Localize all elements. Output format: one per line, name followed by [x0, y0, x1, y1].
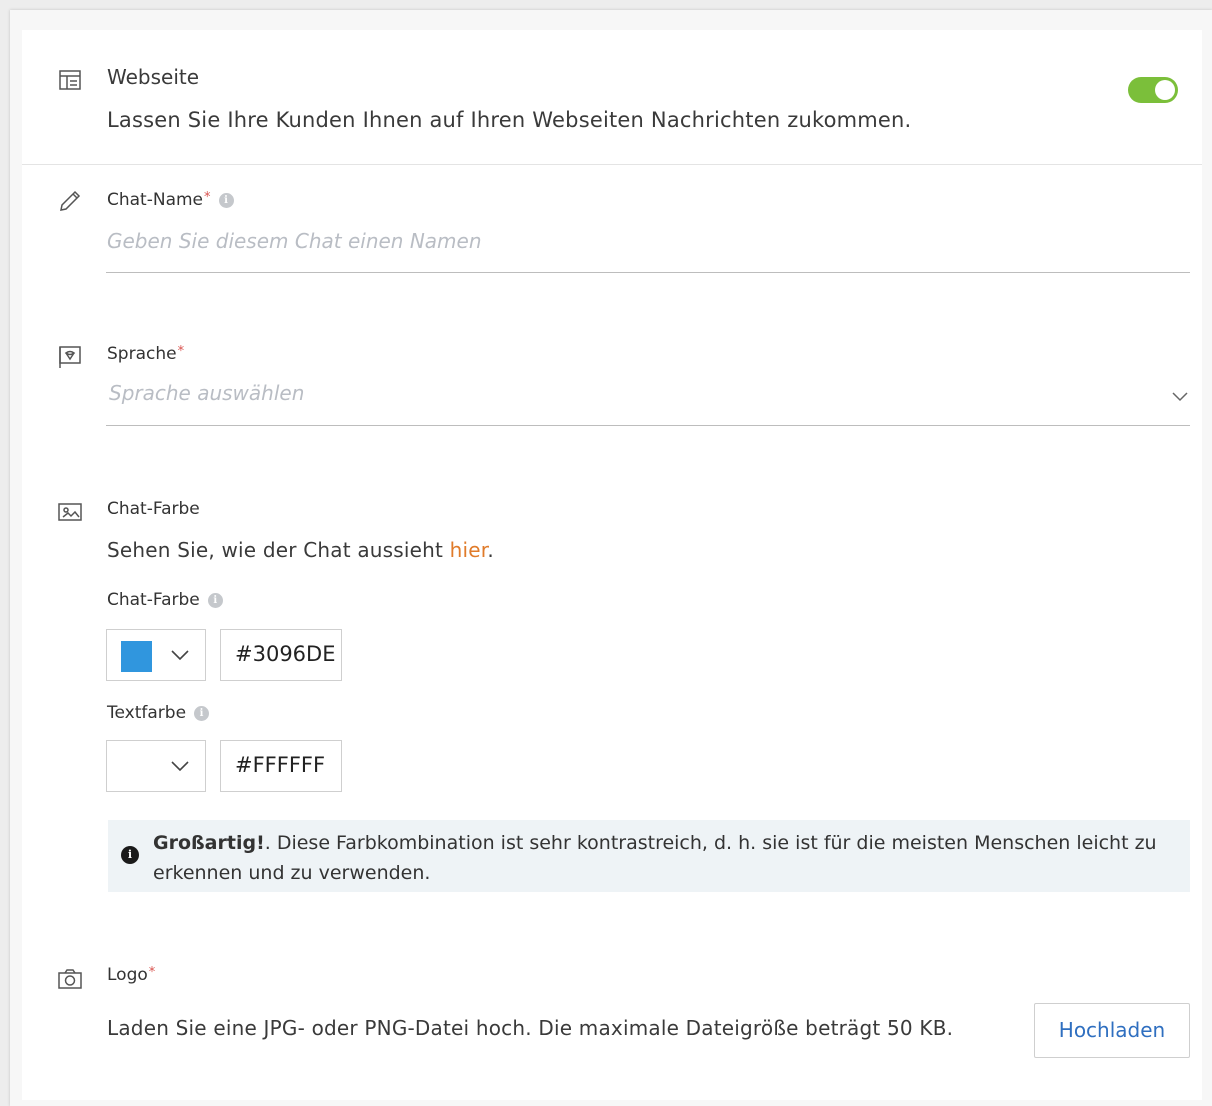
contrast-notice: i Großartig!. Diese Farbkombination ist …	[108, 820, 1190, 892]
chat-color-description-text: Sehen Sie, wie der Chat aussieht	[107, 538, 450, 562]
required-mark: *	[204, 190, 211, 205]
website-description: Lassen Sie Ihre Kunden Ihnen auf Ihren W…	[107, 108, 912, 132]
logo-description: Laden Sie eine JPG- oder PNG-Datei hoch.…	[107, 1016, 954, 1040]
website-layout-icon	[56, 66, 84, 94]
upload-button[interactable]: Hochladen	[1034, 1003, 1190, 1058]
text-color-label-text: Textfarbe	[107, 703, 187, 723]
camera-icon	[56, 965, 84, 993]
settings-panel: Webseite Lassen Sie Ihre Kunden Ihnen au…	[22, 30, 1202, 1100]
pencil-icon	[56, 187, 84, 215]
chat-color-label: Chat-Farbe i	[107, 590, 223, 610]
language-label: Sprache*	[107, 344, 184, 364]
chevron-down-icon	[169, 644, 191, 670]
info-icon[interactable]: i	[194, 706, 210, 721]
website-title: Webseite	[107, 65, 200, 89]
chat-name-input[interactable]: Geben Sie diesem Chat einen Namen	[107, 229, 482, 253]
contrast-notice-text: Großartig!. Diese Farbkombination ist se…	[153, 828, 1173, 888]
chat-name-label: Chat-Name* i	[107, 190, 234, 210]
chevron-down-icon[interactable]	[1171, 388, 1189, 407]
contrast-notice-body: . Diese Farbkombination ist sehr kontras…	[153, 832, 1157, 884]
text-color-picker[interactable]	[106, 740, 206, 792]
image-palette-icon	[56, 498, 84, 526]
info-filled-icon: i	[121, 846, 139, 864]
language-flag-icon	[56, 343, 84, 371]
info-icon[interactable]: i	[207, 593, 223, 608]
logo-label-text: Logo	[107, 965, 148, 985]
required-mark: *	[177, 344, 185, 359]
language-underline	[106, 425, 1190, 426]
description-suffix: .	[487, 538, 494, 562]
text-color-label: Textfarbe i	[107, 703, 210, 723]
chat-color-section-title: Chat-Farbe	[107, 499, 200, 519]
chevron-down-icon	[169, 755, 191, 781]
contrast-notice-bold: Großartig!	[153, 832, 265, 854]
language-select[interactable]: Sprache auswählen	[109, 381, 304, 405]
settings-card: Webseite Lassen Sie Ihre Kunden Ihnen au…	[10, 10, 1212, 1106]
section-divider	[22, 164, 1202, 165]
toggle-knob	[1155, 80, 1175, 100]
chat-name-underline	[106, 272, 1190, 273]
chat-color-hex-input[interactable]: #3096DE	[220, 629, 342, 681]
language-label-text: Sprache	[107, 344, 177, 364]
text-color-swatch	[121, 752, 152, 783]
chat-color-description: Sehen Sie, wie der Chat aussieht hier.	[107, 538, 494, 562]
chat-name-label-text: Chat-Name	[107, 190, 204, 210]
chat-color-label-text: Chat-Farbe	[107, 590, 200, 610]
website-toggle[interactable]	[1128, 77, 1178, 103]
chat-color-picker[interactable]	[106, 629, 206, 681]
preview-link[interactable]: hier	[450, 538, 488, 562]
text-color-hex-input[interactable]: #FFFFFF	[220, 740, 342, 792]
required-mark: *	[148, 965, 156, 980]
chat-color-swatch	[121, 641, 152, 672]
info-icon[interactable]: i	[218, 193, 234, 208]
logo-label: Logo*	[107, 965, 155, 985]
